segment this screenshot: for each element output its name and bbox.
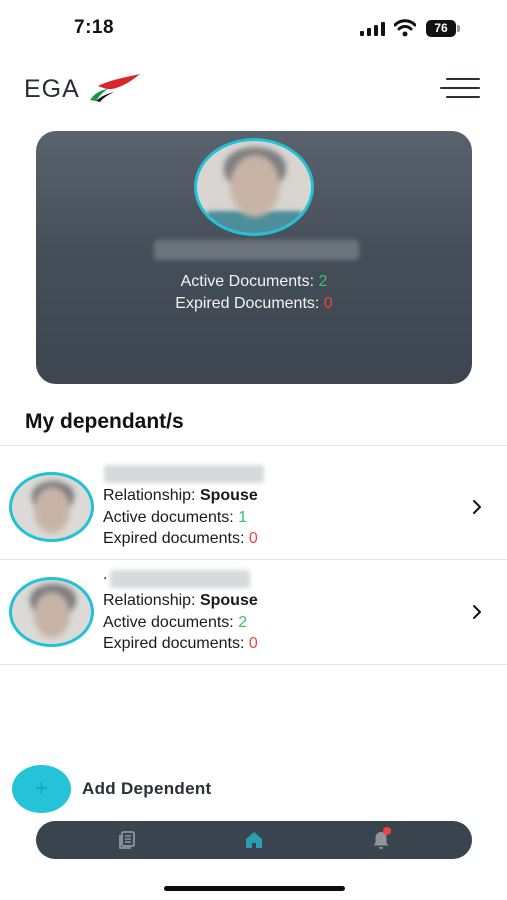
active-documents-line: Active documents: 1	[103, 509, 247, 527]
relationship-label: Relationship:	[103, 487, 196, 504]
home-icon	[246, 832, 262, 848]
chevron-right-icon[interactable]	[470, 603, 484, 621]
status-time: 7:18	[74, 17, 115, 38]
dependant-name-redacted	[110, 570, 250, 588]
relationship-line: Relationship: Spouse	[103, 592, 258, 610]
expired-documents-label: Expired documents:	[103, 530, 245, 547]
expired-documents-label: Expired Documents:	[175, 295, 320, 312]
divider	[0, 664, 507, 665]
expired-documents-line: Expired Documents: 0	[36, 293, 472, 315]
expired-documents-line: Expired documents: 0	[103, 635, 258, 653]
flag-icon	[90, 74, 140, 102]
active-documents-label: Active documents:	[103, 509, 234, 526]
expired-documents-count: 0	[248, 635, 258, 652]
active-documents-count: 2	[238, 614, 248, 631]
profile-name-redacted	[154, 240, 359, 260]
expired-documents-line: Expired documents: 0	[103, 530, 258, 548]
dependant-avatar	[9, 577, 94, 647]
add-dependent-button[interactable]: +	[12, 765, 71, 813]
divider	[0, 445, 507, 446]
add-dependent-label[interactable]: Add Dependent	[82, 779, 212, 799]
relationship-label: Relationship:	[103, 592, 196, 609]
dependants-title: My dependant/s	[25, 410, 184, 433]
plus-icon: +	[34, 775, 49, 802]
hamburger-menu-icon[interactable]	[440, 76, 480, 102]
signal-icon	[360, 22, 385, 36]
dependant-avatar	[9, 472, 94, 542]
active-documents-count: 2	[318, 273, 328, 290]
wifi-icon	[394, 19, 416, 37]
profile-document-stats: Active Documents: 2 Expired Documents: 0	[36, 271, 472, 315]
home-indicator[interactable]	[164, 886, 345, 891]
nav-notifications[interactable]	[351, 821, 411, 859]
expired-documents-count: 0	[323, 295, 333, 312]
expired-documents-count: 0	[248, 530, 258, 547]
expired-documents-label: Expired documents:	[103, 635, 245, 652]
active-documents-label: Active documents:	[103, 614, 234, 631]
status-bar: 7:18 76	[0, 0, 507, 58]
relationship-value: Spouse	[199, 487, 258, 504]
dependant-name-prefix: .	[103, 566, 108, 583]
logo-text: EGA	[24, 75, 80, 103]
bottom-nav	[36, 821, 472, 859]
dependant-row[interactable]: . Relationship: Spouse Active documents:…	[0, 560, 507, 664]
active-documents-label: Active Documents:	[180, 273, 315, 290]
ega-logo: EGA	[24, 72, 154, 106]
relationship-value: Spouse	[199, 592, 258, 609]
battery-icon: 76	[426, 20, 462, 37]
notification-badge	[383, 827, 391, 835]
chevron-right-icon[interactable]	[470, 498, 484, 516]
app-header: EGA	[0, 58, 507, 120]
profile-card: Active Documents: 2 Expired Documents: 0	[36, 131, 472, 384]
nav-home[interactable]	[224, 821, 284, 859]
documents-icon	[119, 831, 135, 849]
nav-documents[interactable]	[97, 821, 157, 859]
active-documents-line: Active documents: 2	[103, 614, 247, 632]
battery-level: 76	[426, 20, 456, 37]
active-documents-line: Active Documents: 2	[36, 271, 472, 293]
profile-avatar	[194, 138, 314, 236]
dependant-row[interactable]: Relationship: Spouse Active documents: 1…	[0, 455, 507, 559]
relationship-line: Relationship: Spouse	[103, 487, 258, 505]
dependant-name-redacted	[104, 465, 264, 483]
active-documents-count: 1	[238, 509, 248, 526]
